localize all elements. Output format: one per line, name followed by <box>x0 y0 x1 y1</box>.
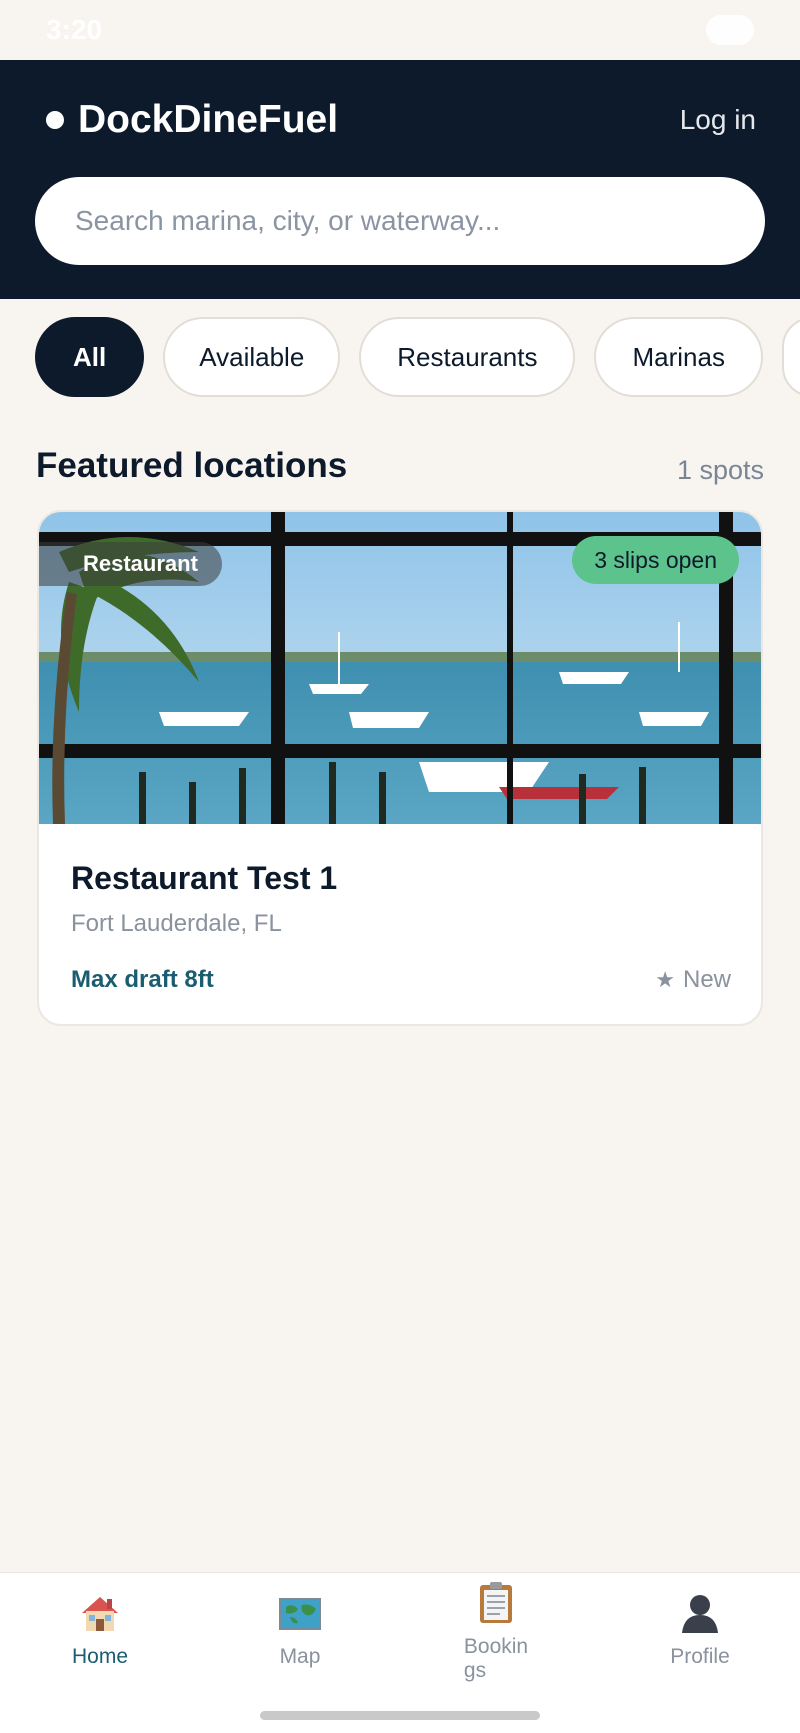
listing-type-badge: Restaurant <box>39 542 222 586</box>
filter-chip-available[interactable]: Available <box>163 317 341 397</box>
search-bar[interactable] <box>35 177 765 265</box>
brand-name: DockDineFuel <box>78 98 339 141</box>
listing-name: Restaurant Test 1 <box>71 860 338 896</box>
nav-label-profile: Profile <box>670 1645 730 1668</box>
filter-chip-restaurants[interactable]: Restaurants <box>359 317 576 397</box>
nav-label-home: Home <box>71 1645 129 1668</box>
nav-label-bookings: Bookin gs <box>463 1635 529 1682</box>
star-icon: ★ <box>655 967 675 992</box>
nav-item-profile[interactable]: Profile <box>640 1589 760 1669</box>
filter-chip-marinas[interactable]: Marinas <box>594 317 763 397</box>
listing-draft: Max draft 8ft <box>71 966 214 993</box>
section-title: Featured locations <box>36 446 348 485</box>
app-header: DockDineFuel Log in <box>0 60 800 299</box>
person-icon <box>682 1595 718 1633</box>
brand-logo[interactable]: DockDineFuel <box>46 98 338 142</box>
nav-item-home[interactable]: Home <box>40 1589 160 1669</box>
nav-item-bookings[interactable]: Bookin gs <box>436 1579 556 1683</box>
bottom-nav: Home Map Bookin gs Profile <box>0 1572 800 1733</box>
clipboard-icon <box>480 1582 512 1623</box>
status-icons <box>706 15 754 45</box>
rating-label: New <box>682 966 731 993</box>
house-icon <box>82 1597 118 1631</box>
brand-dot-icon <box>46 111 64 129</box>
status-time: 3:20 <box>46 14 103 45</box>
listing-rating: ★ New <box>655 966 731 994</box>
nav-item-map[interactable]: Map <box>240 1589 360 1669</box>
map-icon <box>279 1598 321 1630</box>
status-bar: 3:20 <box>0 0 800 60</box>
filter-chips: All Available Restaurants Marinas <box>35 317 800 399</box>
battery-icon <box>706 15 754 45</box>
search-input[interactable] <box>75 205 725 237</box>
filter-chip-overflow[interactable] <box>781 317 800 397</box>
login-link[interactable]: Log in <box>680 104 756 136</box>
nav-label-map: Map <box>279 1645 321 1668</box>
section-count: 1 spots <box>676 455 764 485</box>
location-card[interactable]: Restaurant 3 slips open Restaurant Test … <box>37 510 763 1026</box>
filter-chip-all[interactable]: All <box>35 317 145 397</box>
availability-badge: 3 slips open <box>572 536 739 584</box>
listing-location: Fort Lauderdale, FL <box>71 910 282 937</box>
home-indicator <box>260 1711 540 1720</box>
